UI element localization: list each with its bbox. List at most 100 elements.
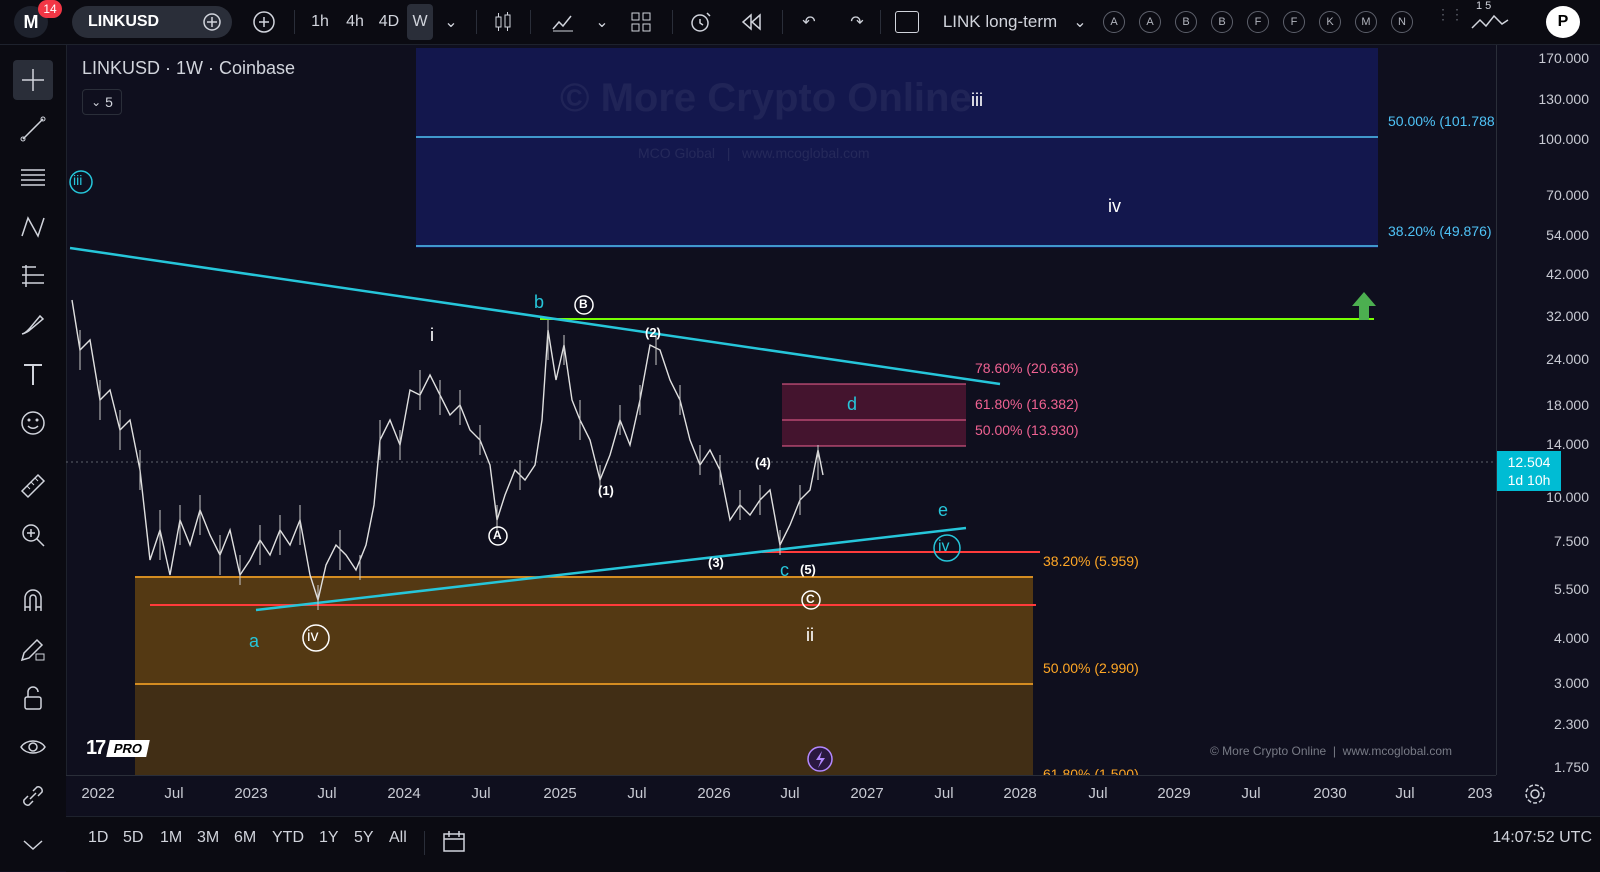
text-tool-icon[interactable] [13, 354, 53, 394]
wave-B-label: B [579, 297, 588, 311]
timeframe-1h[interactable]: 1h [305, 0, 335, 44]
range-1d[interactable]: 1D [88, 829, 108, 847]
chevron-down-icon[interactable]: ⌄ [592, 0, 612, 44]
wave-chart-icon[interactable] [1470, 12, 1510, 37]
fib-label-618-lower: 61.80% (1.500) [1043, 766, 1139, 775]
redo-icon[interactable]: ↷ [842, 0, 872, 44]
price-tick: 32.000 [1546, 308, 1589, 324]
chevron-down-icon[interactable]: ⌄ [441, 0, 461, 44]
indicators-collapse-button[interactable]: ⌄ 5 [82, 89, 122, 115]
link-icon[interactable] [13, 776, 53, 816]
calendar-goto-icon[interactable] [441, 829, 467, 858]
range-all[interactable]: All [389, 829, 407, 847]
range-5d[interactable]: 5D [123, 829, 143, 847]
range-6m[interactable]: 6M [234, 829, 256, 847]
pattern-icon[interactable] [13, 207, 53, 247]
drag-handle-icon[interactable]: ⋮⋮ [1436, 6, 1464, 36]
wave-iv-top-label: iv [1108, 196, 1121, 216]
timeframe-4d[interactable]: 4D [374, 0, 404, 44]
brush-icon[interactable] [13, 305, 53, 345]
zoom-in-icon[interactable] [13, 515, 53, 555]
eye-icon[interactable] [13, 727, 53, 767]
fib-tool-icon[interactable] [13, 256, 53, 296]
pencil-lock-icon[interactable] [13, 629, 53, 669]
wave-iii-left-label: iii [73, 172, 83, 188]
toolbar-b2-icon[interactable]: B [1211, 11, 1233, 33]
time-tick: 2027 [850, 785, 884, 802]
price-tick: 1.750 [1553, 759, 1589, 775]
price-axis[interactable]: 170.000 130.000 100.000 70.000 54.000 42… [1496, 45, 1600, 775]
price-tick: 3.000 [1553, 675, 1589, 691]
emoji-icon[interactable] [13, 403, 53, 443]
ruler-icon[interactable] [13, 466, 53, 506]
price-tick: 170.000 [1538, 50, 1589, 66]
timeframe-w-selected[interactable]: W [407, 4, 433, 40]
divider [672, 10, 673, 34]
layout-name[interactable]: LINK long-term [935, 0, 1065, 44]
profile-button[interactable]: P [1546, 6, 1580, 38]
tradingview-pro-logo: 17 PRO [86, 737, 151, 760]
lock-icon[interactable] [13, 678, 53, 718]
toolbar-k-icon[interactable]: K [1319, 11, 1341, 33]
time-tick: Jul [1088, 785, 1108, 802]
fib-label-382-lower: 38.20% (5.959) [1043, 553, 1139, 569]
collapse-icon[interactable] [13, 825, 53, 865]
range-5y[interactable]: 5Y [354, 829, 374, 847]
toolbar-m-icon[interactable]: M [1355, 11, 1377, 33]
wave-ii-label: ii [806, 625, 814, 645]
toolbar-f-icon[interactable]: F [1247, 11, 1269, 33]
range-3m[interactable]: 3M [197, 829, 219, 847]
utc-clock[interactable]: 14:07:52 UTC [1492, 829, 1592, 847]
toolbar-a-icon[interactable]: A [1103, 11, 1125, 33]
time-tick: 2025 [543, 785, 577, 802]
fib-label-50-lower: 50.00% (2.990) [1043, 660, 1139, 676]
undo-icon[interactable]: ↶ [794, 0, 824, 44]
price-tick: 14.000 [1546, 436, 1589, 452]
chart-symbol-title: LINKUSD · 1W · Coinbase [82, 58, 296, 78]
chevron-down-icon[interactable]: ⌄ [1070, 0, 1090, 44]
crosshair-icon[interactable] [13, 60, 53, 100]
wave-3-label: (3) [708, 555, 724, 570]
alert-clock-icon[interactable] [686, 0, 716, 44]
price-tick: 5.500 [1553, 581, 1589, 597]
time-tick: Jul [164, 785, 184, 802]
price-tick: 24.000 [1546, 351, 1589, 367]
settings-gear-icon[interactable] [1522, 781, 1548, 807]
indicators-icon[interactable] [548, 0, 578, 44]
compare-add-icon[interactable] [250, 0, 278, 44]
range-1m[interactable]: 1M [160, 829, 182, 847]
layout-checkbox-icon[interactable] [895, 11, 919, 33]
current-price-value: 12.504 [1507, 454, 1551, 470]
wave-4-label: (4) [755, 455, 771, 470]
price-tick: 4.000 [1553, 630, 1589, 646]
wave-5-label: (5) [800, 562, 816, 577]
toolbar-f2-icon[interactable]: F [1283, 11, 1305, 33]
range-1y[interactable]: 1Y [319, 829, 339, 847]
time-tick: 2023 [234, 785, 268, 802]
layout-grid-icon[interactable] [626, 0, 656, 44]
horizontal-lines-icon[interactable] [13, 158, 53, 198]
fib-label-382-upper: 38.20% (49.876) [1388, 223, 1492, 239]
wave-i-label: i [430, 325, 434, 345]
price-tick: 42.000 [1546, 266, 1589, 282]
symbol-search-button[interactable]: LINKUSD [72, 6, 232, 38]
toolbar-b-icon[interactable]: B [1175, 11, 1197, 33]
price-tick: 54.000 [1546, 227, 1589, 243]
support-zone-inner [135, 576, 1033, 685]
candles-icon[interactable] [488, 0, 518, 44]
drawing-toolbar [0, 45, 67, 871]
trend-line-icon[interactable] [13, 109, 53, 149]
time-axis[interactable]: 2022 Jul 2023 Jul 2024 Jul 2025 Jul 2026… [66, 775, 1496, 816]
price-tick: 18.000 [1546, 397, 1589, 413]
time-tick: 2024 [387, 785, 421, 802]
toolbar-a2-icon[interactable]: A [1139, 11, 1161, 33]
magnet-icon[interactable] [13, 580, 53, 620]
time-tick: Jul [317, 785, 337, 802]
replay-icon[interactable] [736, 0, 766, 44]
timeframe-4h[interactable]: 4h [340, 0, 370, 44]
time-tick: Jul [1241, 785, 1261, 802]
time-tick: 2026 [697, 785, 731, 802]
toolbar-n-icon[interactable]: N [1391, 11, 1413, 33]
symbol-add-icon[interactable] [202, 12, 222, 32]
range-ytd[interactable]: YTD [272, 829, 304, 847]
